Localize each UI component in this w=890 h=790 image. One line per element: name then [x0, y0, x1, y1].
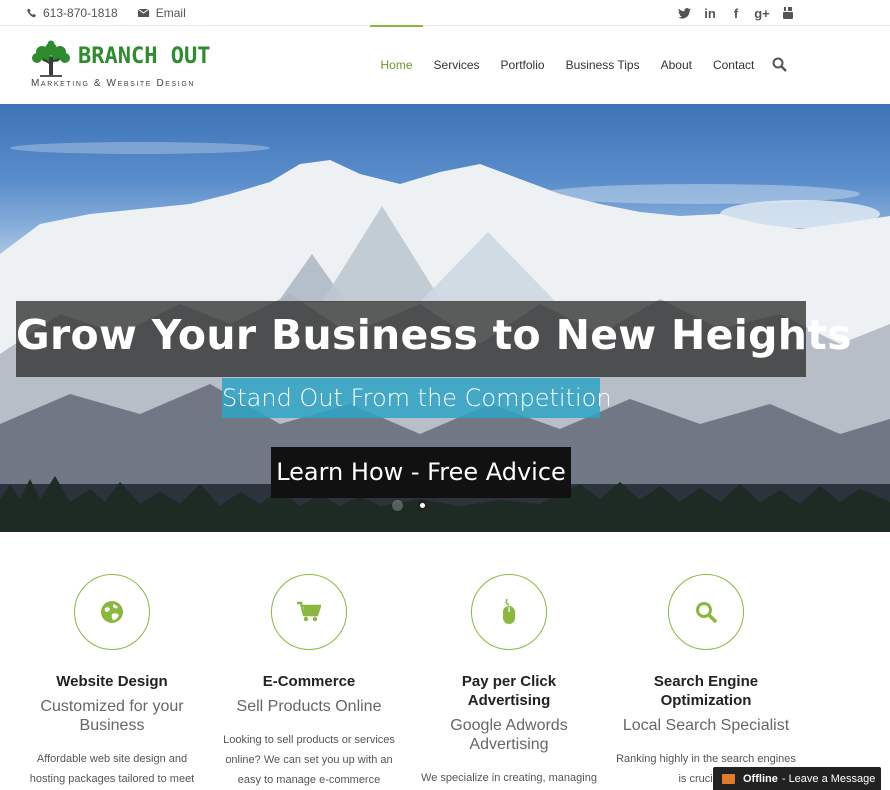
nav-home[interactable]: Home [370, 25, 424, 104]
nav-contact[interactable]: Contact [702, 26, 764, 104]
service-description: We specialize in creating, managing [421, 772, 597, 784]
service-title: Search Engine Optimization [653, 673, 759, 709]
site-header: BRANCH OUT Marketing & Website Design Ho… [0, 25, 890, 104]
email-link[interactable]: Email [137, 6, 186, 20]
service-description: Affordable web site design and hosting p… [29, 753, 195, 785]
main-nav: Home Services Portfolio Business Tips Ab… [370, 25, 787, 104]
phone-number: 613-870-1818 [43, 6, 118, 20]
twitter-icon[interactable] [671, 5, 697, 21]
facebook-icon[interactable]: f [723, 5, 749, 21]
phone-link[interactable]: 613-870-1818 [27, 6, 118, 20]
tree-icon [32, 40, 70, 77]
service-ppc: Pay per Click Advertising Google Adwords… [419, 574, 599, 788]
service-title: Website Design [56, 673, 168, 690]
linkedin-icon[interactable]: in [697, 5, 723, 21]
nav-services[interactable]: Services [423, 26, 490, 104]
hero-headline: Grow Your Business to New Heights [16, 311, 852, 359]
service-seo: Search Engine Optimization Local Search … [616, 574, 796, 789]
envelope-icon [722, 773, 735, 784]
social-links: in f g+ [671, 5, 801, 21]
learn-how-button[interactable]: Learn How - Free Advice [271, 447, 571, 498]
envelope-icon [137, 9, 149, 17]
slider-dot[interactable] [392, 500, 403, 511]
mouse-icon [503, 599, 515, 624]
service-description: Looking to sell products or services onl… [223, 734, 395, 786]
phone-icon [27, 8, 36, 18]
service-icon-circle[interactable] [271, 574, 347, 650]
service-title: Pay per Click Advertising [461, 673, 557, 709]
service-ecommerce: E-Commerce Sell Products Online Looking … [219, 574, 399, 790]
brand-tagline: Marketing & Website Design [31, 78, 196, 89]
chat-message: - Leave a Message [781, 772, 876, 785]
google-plus-icon[interactable]: g+ [749, 5, 775, 21]
hero-slider: Grow Your Business to New Heights Stand … [0, 104, 890, 532]
search-icon [696, 602, 717, 623]
top-bar: 613-870-1818 Email in f g+ [0, 0, 890, 26]
nav-portfolio[interactable]: Portfolio [490, 26, 555, 104]
service-website-design: Website Design Customized for your Busin… [22, 574, 202, 789]
contact-info: 613-870-1818 Email [27, 6, 206, 20]
youtube-icon[interactable] [775, 5, 801, 21]
service-subtitle: Google Adwords Advertising [450, 717, 568, 753]
slider-dot-active[interactable] [417, 500, 428, 511]
service-subtitle: Sell Products Online [236, 698, 382, 715]
globe-icon [101, 601, 123, 623]
search-icon[interactable] [772, 57, 787, 72]
service-icon-circle[interactable] [74, 574, 150, 650]
site-logo[interactable]: BRANCH OUT Marketing & Website Design [28, 40, 238, 92]
hero-subline: Stand Out From the Competition [222, 378, 612, 418]
service-icon-circle[interactable] [668, 574, 744, 650]
nav-business-tips[interactable]: Business Tips [555, 26, 650, 104]
brand-name: BRANCH OUT [78, 44, 211, 69]
service-subtitle: Customized for your Business [40, 698, 184, 734]
live-chat-bar[interactable]: Offline - Leave a Message [713, 767, 881, 790]
services-section: Website Design Customized for your Busin… [0, 532, 890, 790]
service-icon-circle[interactable] [471, 574, 547, 650]
nav-about[interactable]: About [650, 26, 702, 104]
service-subtitle: Local Search Specialist [622, 717, 790, 734]
service-title: E-Commerce [262, 673, 356, 690]
slider-dots [385, 500, 435, 511]
cart-icon [297, 601, 321, 622]
chat-status: Offline [743, 772, 778, 785]
email-label: Email [155, 6, 186, 20]
